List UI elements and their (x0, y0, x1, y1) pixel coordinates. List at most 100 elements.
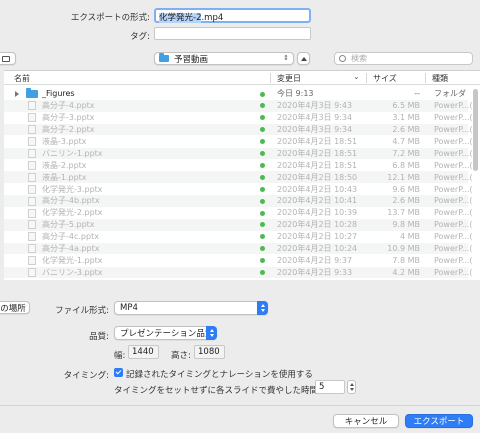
quality-popup[interactable]: プレゼンテーション品質 (114, 326, 217, 340)
pptx-file-icon (28, 184, 36, 194)
sync-status-icon (260, 103, 265, 109)
file-name: 化学発光-2.pptx (42, 208, 103, 218)
file-name: 液晶-2.pptx (42, 160, 87, 170)
file-row[interactable]: 液晶-3.pptx 2020年4月2日 18:51 4.7 MB PowerP...( (4, 136, 473, 148)
location-popup[interactable]: 予習動画 ⇕ (154, 52, 294, 65)
file-name: 液晶-3.pptx (42, 136, 87, 146)
filename-input[interactable]: 化学発光-2.mp4 (154, 8, 311, 23)
sync-status-icon (260, 222, 265, 228)
file-date: 2020年4月3日 9:34 (277, 125, 353, 135)
sync-status-icon (260, 91, 265, 97)
format-popup[interactable]: MP4 (114, 301, 268, 315)
search-placeholder: 検索 (351, 54, 367, 63)
col-size-header[interactable]: サイズ (373, 73, 397, 84)
file-kind: PowerP...( (434, 184, 473, 194)
file-size: 2.6 MB (392, 196, 420, 206)
sync-status-icon (260, 270, 265, 275)
file-row[interactable]: 化学発光-3.pptx 2020年4月2日 10:43 9.6 MB PowerP..… (4, 183, 473, 195)
seconds-field[interactable]: 5 (315, 380, 345, 394)
seconds-stepper[interactable] (347, 380, 356, 394)
file-row[interactable]: 高分子-3.pptx 2020年4月3日 9:34 3.1 MB PowerP...( (4, 112, 473, 124)
file-name: 化学発光-1.pptx (42, 255, 103, 265)
file-kind: PowerP...( (434, 136, 473, 146)
file-row[interactable]: 高分子-4c.pptx 2020年4月2日 10:27 4 MB PowerP...( (4, 231, 473, 243)
vertical-scrollbar[interactable] (473, 89, 478, 171)
file-row[interactable]: 液晶-1.pptx 2020年4月2日 18:50 12.1 MB PowerP...… (4, 171, 473, 184)
file-row[interactable]: 液晶-2.pptx 2020年4月2日 18:51 6.8 MB PowerP...( (4, 159, 473, 171)
file-size: 9.6 MB (392, 184, 420, 194)
format-value: MP4 (120, 303, 138, 313)
file-kind: PowerP...( (434, 232, 473, 242)
file-browser[interactable]: 名前 変更日 ⌄ サイズ 種類 _Figures 今日 9:13 -- フォルダ 高分子… (4, 70, 480, 280)
file-row[interactable]: 高分子-4.pptx 2020年4月3日 9:43 6.5 MB PowerP...( (4, 99, 473, 112)
file-date: 2020年4月2日 10:28 (277, 220, 358, 230)
file-kind: PowerP...( (434, 255, 473, 265)
expand-collapse-button[interactable] (297, 52, 310, 65)
file-size: 6.5 MB (392, 101, 420, 111)
sync-status-icon (260, 115, 265, 121)
tags-input[interactable] (154, 27, 311, 40)
file-row[interactable]: バニリン-3.pptx 2020年4月2日 9:33 4.2 MB PowerP...… (4, 266, 473, 279)
view-toggle-button[interactable] (0, 52, 16, 65)
sort-chevron-icon: ⌄ (353, 72, 360, 81)
pptx-file-icon (28, 113, 36, 123)
view-icon (2, 55, 10, 62)
timing-checkbox[interactable] (114, 368, 123, 377)
file-kind: PowerP...( (434, 160, 473, 170)
file-name: 化学発光-3.pptx (42, 184, 103, 194)
file-size: 7.2 MB (392, 148, 420, 158)
file-kind: PowerP...( (434, 244, 473, 254)
file-row[interactable]: 高分子-4b.pptx 2020年4月2日 10:41 2.6 MB PowerP..… (4, 195, 473, 207)
width-field[interactable]: 1440 (128, 345, 159, 359)
file-date: 2020年4月2日 10:27 (277, 232, 358, 242)
quality-value: プレゼンテーション品質 (120, 329, 214, 339)
file-name: 高分子-3.pptx (42, 113, 95, 123)
file-kind: PowerP...( (434, 172, 473, 182)
col-kind-header[interactable]: 種類 (432, 73, 448, 84)
file-name: バニリン-1.pptx (42, 148, 103, 158)
column-divider (270, 73, 271, 83)
pptx-file-icon (28, 125, 36, 135)
chevron-updown-icon (257, 301, 268, 315)
export-button[interactable]: エクスポート (405, 414, 473, 428)
disclosure-triangle-icon[interactable] (15, 91, 19, 97)
seconds-label: タイミングをセットせずに各スライドで費やした時間 (秒): (114, 386, 339, 396)
file-row[interactable]: バニリン-1.pptx 2020年4月2日 18:51 7.2 MB PowerP..… (4, 147, 473, 160)
sync-status-icon (260, 174, 265, 180)
file-row[interactable]: 化学発光-2.pptx 2020年4月2日 10:39 13.7 MB PowerP.… (4, 207, 473, 219)
search-field[interactable]: 検索 (334, 52, 473, 65)
chevron-updown-icon (206, 326, 217, 340)
pptx-file-icon (28, 172, 36, 182)
file-name: バニリン-3.pptx (42, 267, 103, 277)
filename-selection: 化学発光-2 (159, 13, 202, 23)
file-size: 4.7 MB (392, 136, 420, 146)
file-date: 2020年4月2日 9:37 (277, 255, 353, 265)
file-size: 4.2 MB (392, 267, 420, 277)
chevron-up-icon (300, 56, 307, 61)
folder-row[interactable]: _Figures 今日 9:13 -- フォルダ (4, 88, 468, 100)
file-row[interactable]: 化学発光-1.pptx 2020年4月2日 9:37 7.8 MB PowerP...… (4, 255, 473, 267)
col-date-header[interactable]: 変更日 (277, 73, 301, 84)
stepper-up-icon (349, 383, 354, 386)
height-field[interactable]: 1080 (194, 345, 225, 359)
file-date: 2020年4月2日 18:51 (277, 160, 358, 170)
location-button[interactable]: の場所 (0, 301, 30, 314)
col-name-header[interactable]: 名前 (14, 73, 30, 84)
file-date: 今日 9:13 (277, 89, 314, 99)
file-date: 2020年4月2日 10:24 (277, 244, 358, 254)
file-date: 2020年4月3日 9:34 (277, 113, 353, 123)
file-row[interactable]: 高分子-4a.pptx 2020年4月2日 10:24 10.9 MB PowerP.… (4, 242, 473, 255)
file-name: 高分子-4.pptx (42, 101, 95, 111)
sync-status-icon (260, 186, 265, 192)
file-row[interactable]: 高分子-5.pptx 2020年4月2日 10:28 9.8 MB PowerP...… (4, 218, 473, 231)
pptx-file-icon (28, 160, 36, 170)
file-kind: フォルダ (434, 89, 466, 99)
cancel-button[interactable]: キャンセル (333, 414, 399, 428)
file-size: 6.8 MB (392, 160, 420, 170)
pptx-file-icon (28, 208, 36, 218)
file-name: 液晶-1.pptx (42, 172, 87, 182)
tags-label: タグ: (130, 32, 150, 42)
sync-status-icon (260, 127, 265, 133)
file-date: 2020年4月2日 10:39 (277, 208, 358, 218)
file-row[interactable]: 高分子-2.pptx 2020年4月3日 9:34 2.6 MB PowerP...( (4, 123, 473, 136)
